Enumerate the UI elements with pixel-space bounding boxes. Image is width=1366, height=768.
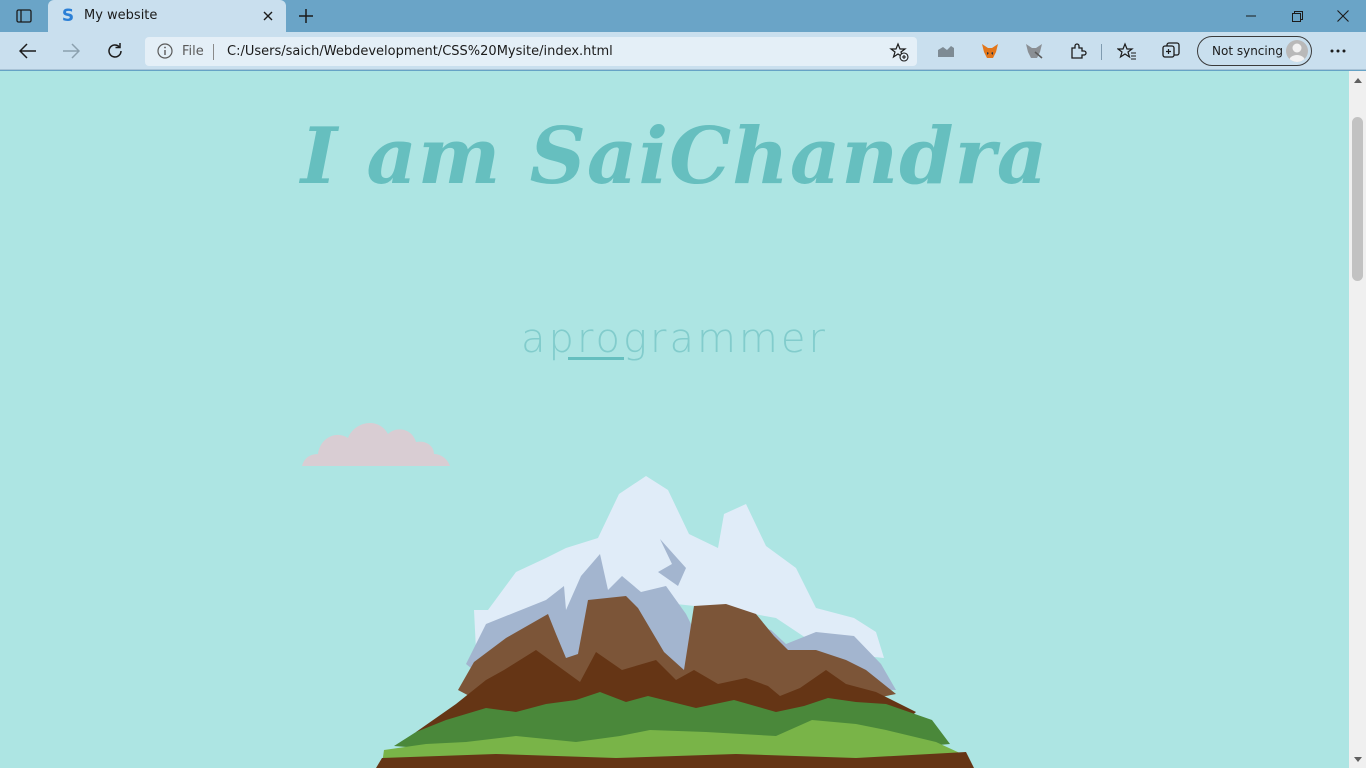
tab-actions-icon: [16, 9, 32, 23]
vertical-scrollbar[interactable]: [1349, 71, 1366, 768]
page-viewport: I am SaiChandra aprogrammer: [0, 71, 1366, 768]
minimize-icon: [1246, 15, 1256, 17]
more-icon: [1330, 49, 1346, 53]
mountain-image: [376, 476, 974, 768]
favorites-button[interactable]: [1112, 36, 1142, 66]
forward-button[interactable]: [56, 36, 86, 66]
tab-title: My website: [84, 8, 158, 23]
favorites-icon: [1117, 42, 1136, 60]
chevron-down-icon: [1353, 756, 1362, 762]
minimize-button[interactable]: [1228, 0, 1274, 32]
new-tab-button[interactable]: [294, 4, 318, 28]
more-button[interactable]: [1323, 36, 1353, 66]
extension-icon: [938, 46, 954, 57]
collections-button[interactable]: [1156, 36, 1186, 66]
tab-close-icon: [263, 11, 273, 21]
tab-close-button[interactable]: [258, 6, 278, 26]
back-icon: [19, 43, 36, 59]
metamask-icon: [982, 44, 998, 58]
refresh-button[interactable]: [100, 36, 130, 66]
metamask-button[interactable]: [975, 36, 1005, 66]
address-bar[interactable]: File C:/Users/saich/Webdevelopment/CSS%2…: [145, 37, 917, 66]
scrollbar-thumb[interactable]: [1352, 117, 1363, 281]
subtitle-underline: [568, 357, 624, 360]
cloud-image: [302, 422, 450, 466]
forward-icon: [63, 43, 80, 59]
scroll-up-button[interactable]: [1349, 73, 1366, 87]
profile-button[interactable]: Not syncing: [1197, 36, 1312, 66]
restore-button[interactable]: [1274, 0, 1320, 32]
add-favorite-icon[interactable]: [889, 42, 909, 62]
url-text[interactable]: C:/Users/saich/Webdevelopment/CSS%20Mysi…: [227, 44, 613, 59]
extension-fox-icon: [1026, 44, 1043, 59]
extensions-button[interactable]: [1063, 36, 1093, 66]
tab-my-website[interactable]: S My website: [48, 0, 286, 32]
collections-icon: [1162, 42, 1180, 58]
info-icon[interactable]: [157, 43, 173, 59]
scroll-down-button[interactable]: [1349, 752, 1366, 766]
toolbar-separator: [1101, 44, 1102, 60]
refresh-icon: [108, 43, 122, 58]
restore-icon: [1291, 10, 1303, 22]
puzzle-icon: [1071, 43, 1087, 59]
chevron-up-icon: [1353, 77, 1362, 83]
tab-actions-button[interactable]: [8, 4, 40, 28]
avatar-icon: [1289, 43, 1305, 62]
window-close-button[interactable]: [1320, 0, 1366, 32]
title-bar: S My website: [0, 0, 1366, 32]
scheme-label: File: [182, 44, 204, 59]
favicon-icon: S: [61, 6, 75, 26]
profile-label: Not syncing: [1212, 44, 1283, 58]
address-separator: [213, 44, 214, 60]
avatar: [1286, 40, 1308, 62]
new-tab-icon: [299, 9, 313, 23]
extension-fox-button[interactable]: [1019, 36, 1049, 66]
extension-button-1[interactable]: [931, 36, 961, 66]
page-heading: I am SaiChandra: [300, 111, 1049, 202]
page-subtitle: aprogrammer: [521, 316, 828, 362]
toolbar: File C:/Users/saich/Webdevelopment/CSS%2…: [0, 32, 1366, 70]
window-close-icon: [1337, 10, 1349, 22]
back-button[interactable]: [13, 36, 43, 66]
